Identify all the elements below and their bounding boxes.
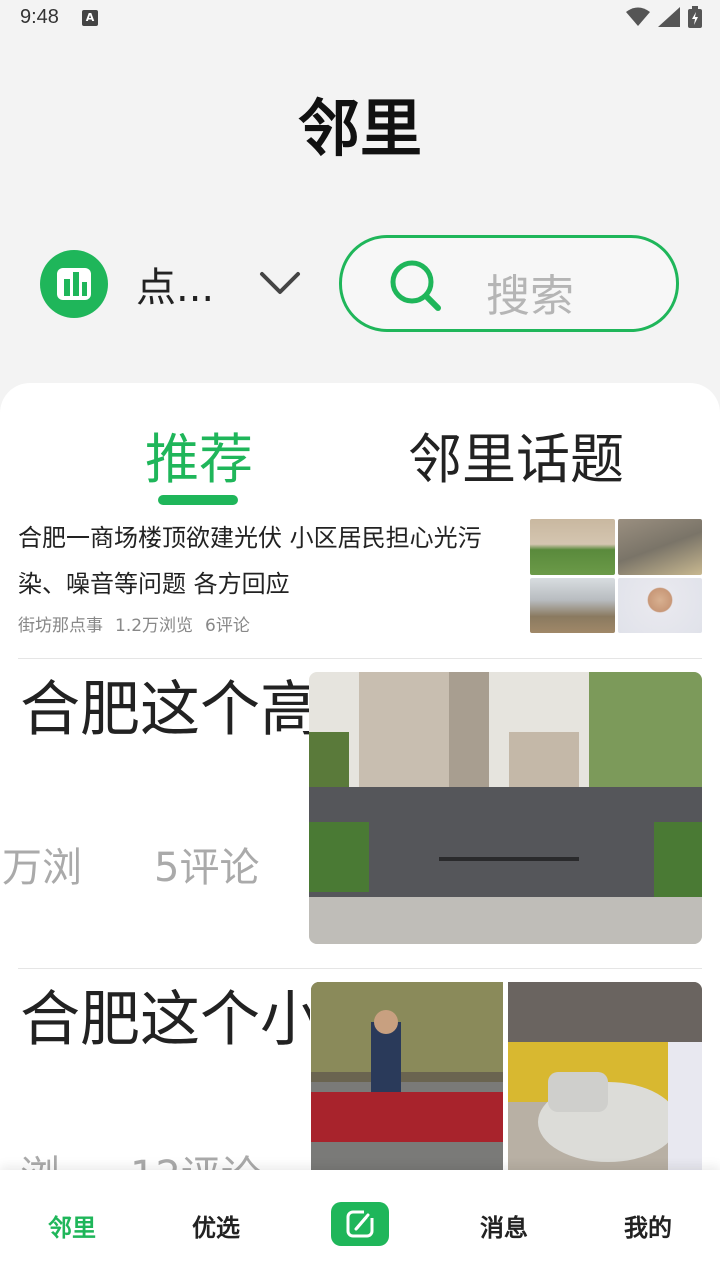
signal-icon xyxy=(658,7,680,27)
article-title: 合肥一商场楼顶欲建光伏 小区居民担心光污染、噪音等问题 各方回应 xyxy=(18,524,482,598)
status-icons xyxy=(626,6,702,28)
compose-button[interactable] xyxy=(331,1202,389,1246)
active-tab-indicator xyxy=(158,495,238,505)
article-image xyxy=(508,982,702,1182)
search-placeholder: 搜索 xyxy=(486,271,574,322)
thumbnail-image xyxy=(530,519,615,575)
article-meta: 街坊那点事 1.2万浏览 6评论 xyxy=(18,611,250,636)
status-bar: 9:48 A xyxy=(0,0,720,36)
thumbnail-image xyxy=(530,577,615,633)
bottom-nav: 邻里 优选 消息 我的 xyxy=(0,1170,720,1280)
article-thumbnail-grid xyxy=(530,519,702,633)
list-item[interactable]: 合肥一商场楼顶欲建光伏 小区居民担心光污染、噪音等问题 各方回应 街坊那点事 1… xyxy=(0,513,720,659)
community-name: 点... xyxy=(136,265,215,311)
feed-card: 推荐 邻里话题 合肥一商场楼顶欲建光伏 小区居民担心光污染、噪音等问题 各方回应… xyxy=(0,383,720,1280)
community-logo-icon xyxy=(40,250,108,318)
article-source: 街坊那点事 xyxy=(18,616,103,636)
text-a-icon: A xyxy=(82,10,98,26)
article-comments: 6评论 xyxy=(205,616,250,636)
nav-item-profile[interactable]: 我的 xyxy=(608,1208,688,1243)
article-image xyxy=(309,672,702,944)
search-icon xyxy=(390,260,441,311)
article-image xyxy=(311,982,503,1182)
nav-item-messages[interactable]: 消息 xyxy=(464,1208,544,1243)
nav-item-selected-goods[interactable]: 优选 xyxy=(176,1208,256,1243)
edit-icon xyxy=(346,1208,374,1238)
nav-item-neighbors[interactable]: 邻里 xyxy=(32,1208,112,1243)
article-title: 合肥这个小区被... xyxy=(20,985,310,1055)
tab-neighbor-topics[interactable]: 邻里话题 xyxy=(408,415,624,494)
community-selector[interactable]: 点... xyxy=(40,250,232,318)
tab-recommend[interactable]: 推荐 xyxy=(145,415,253,494)
article-comments: 5评论 xyxy=(154,845,260,891)
page-title: 邻里 xyxy=(297,92,422,165)
article-views: 1.2万浏览 xyxy=(115,616,194,636)
thumbnail-image xyxy=(617,519,702,575)
thumbnail-image xyxy=(617,577,702,633)
status-time: 9:48 xyxy=(20,6,59,28)
battery-icon xyxy=(688,6,702,28)
wifi-icon xyxy=(626,7,650,26)
search-input[interactable]: 搜索 xyxy=(339,235,679,332)
article-views: 万浏 xyxy=(2,845,82,891)
chevron-down-icon[interactable] xyxy=(258,266,302,302)
article-title: 合肥这个高档小... xyxy=(20,675,310,745)
